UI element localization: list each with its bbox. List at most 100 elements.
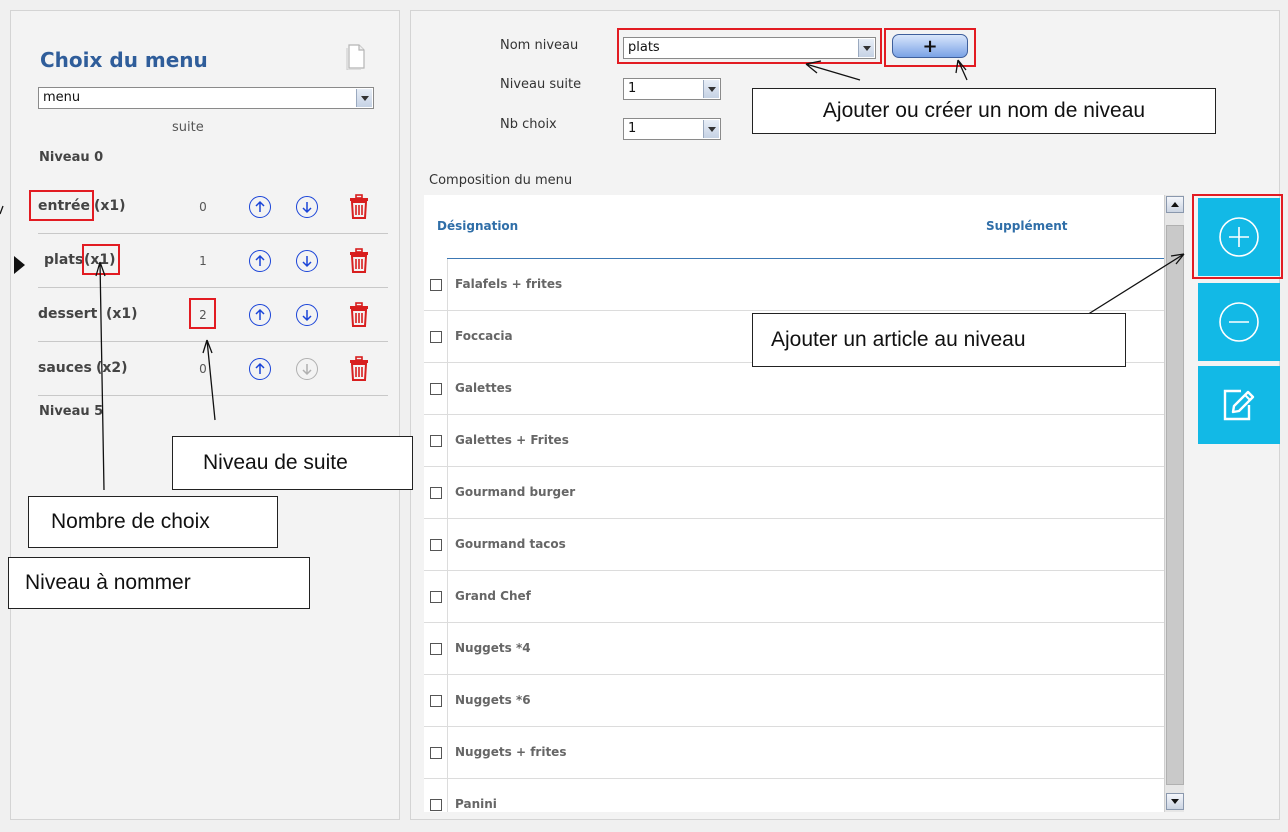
level-suite: 1	[199, 254, 207, 268]
row-checkbox[interactable]	[430, 799, 442, 811]
callout-niveau-a-nommer: Niveau à nommer	[8, 557, 310, 609]
divider	[447, 415, 448, 466]
arrow-up-icon[interactable]	[249, 358, 271, 380]
divider	[447, 727, 448, 778]
row-checkbox[interactable]	[430, 747, 442, 759]
niveau-suite-label: Niveau suite	[500, 77, 582, 92]
callout-add-level-name: Ajouter ou créer un nom de niveau	[752, 88, 1216, 134]
scroll-down-icon[interactable]	[1166, 793, 1184, 810]
arrow-down-icon[interactable]	[296, 304, 318, 326]
highlight-name-select	[617, 28, 882, 64]
document-icon[interactable]	[346, 44, 366, 70]
divider	[447, 779, 448, 812]
row-checkbox[interactable]	[430, 591, 442, 603]
highlight-level-name	[29, 190, 94, 221]
chevron-down-icon[interactable]	[703, 120, 719, 138]
table-row[interactable]: Grand Chef	[424, 571, 1164, 623]
arrow-up-icon[interactable]	[249, 250, 271, 272]
row-checkbox[interactable]	[430, 383, 442, 395]
arrow-up-icon[interactable]	[249, 304, 271, 326]
item-designation: Galettes + Frites	[455, 433, 569, 447]
level-suite: 0	[199, 362, 207, 376]
row-checkbox[interactable]	[430, 539, 442, 551]
trash-icon[interactable]	[348, 302, 370, 328]
row-checkbox[interactable]	[430, 487, 442, 499]
nb-choix-select[interactable]: 1	[623, 118, 721, 140]
scroll-thumb[interactable]	[1166, 225, 1184, 785]
level-row[interactable]: sauces (x2) 0	[38, 348, 388, 396]
item-designation: Grand Chef	[455, 589, 531, 603]
niveau-suite-select[interactable]: 1	[623, 78, 721, 100]
table-row[interactable]: Panini	[424, 779, 1164, 812]
table-row[interactable]: Galettes	[424, 363, 1164, 415]
level-count: (x2)	[96, 360, 128, 376]
highlight-suite-value	[189, 298, 216, 329]
highlight-add-button	[884, 28, 976, 67]
divider	[447, 363, 448, 414]
level-end-label: Niveau 5	[39, 404, 104, 419]
menu-select-value: menu	[43, 90, 81, 105]
divider	[447, 467, 448, 518]
arrow-down-icon[interactable]	[296, 358, 318, 380]
item-designation: Panini	[455, 797, 497, 811]
table-row[interactable]: Nuggets *4	[424, 623, 1164, 675]
divider	[447, 623, 448, 674]
item-designation: Gourmand burger	[455, 485, 576, 499]
scroll-up-icon[interactable]	[1166, 196, 1184, 213]
row-checkbox[interactable]	[430, 643, 442, 655]
grid-scrollbar[interactable]	[1164, 195, 1184, 812]
table-row[interactable]: Gourmand burger	[424, 467, 1164, 519]
row-checkbox[interactable]	[430, 279, 442, 291]
highlight-choice-count	[82, 244, 120, 275]
edit-icon	[1223, 389, 1255, 421]
chevron-down-icon[interactable]	[703, 80, 719, 98]
divider	[447, 311, 448, 362]
table-row[interactable]: Nuggets + frites	[424, 727, 1164, 779]
divider	[447, 675, 448, 726]
arrow-down-icon[interactable]	[296, 250, 318, 272]
item-designation: Nuggets + frites	[455, 745, 567, 759]
item-designation: Nuggets *4	[455, 641, 531, 655]
trash-icon[interactable]	[348, 248, 370, 274]
row-checkbox[interactable]	[430, 695, 442, 707]
table-row[interactable]: Gourmand tacos	[424, 519, 1164, 571]
divider	[447, 571, 448, 622]
item-designation: Nuggets *6	[455, 693, 531, 707]
minus-circle-icon	[1219, 302, 1259, 342]
nb-choix-value: 1	[628, 121, 637, 136]
arrow-down-icon[interactable]	[296, 196, 318, 218]
divider	[447, 519, 448, 570]
arrow-up-icon[interactable]	[249, 196, 271, 218]
grid-header: Désignation Supplément	[424, 195, 1164, 259]
level-name: plats	[44, 252, 84, 268]
current-row-pointer	[14, 256, 25, 274]
suite-header: suite	[172, 120, 204, 135]
niveau-suite-value: 1	[628, 81, 637, 96]
row-checkbox[interactable]	[430, 435, 442, 447]
level-count: (x1)	[94, 198, 126, 214]
trash-icon[interactable]	[348, 194, 370, 220]
composition-grid: Désignation Supplément Falafels + frites…	[424, 195, 1164, 812]
callout-niveau-de-suite: Niveau de suite	[172, 436, 413, 490]
menu-select[interactable]: menu	[38, 87, 374, 109]
callout-add-article: Ajouter un article au niveau	[752, 313, 1126, 367]
level-suite: 0	[199, 200, 207, 214]
level-name: sauces	[38, 360, 92, 376]
edit-article-button[interactable]	[1198, 366, 1280, 444]
nom-niveau-label: Nom niveau	[500, 38, 579, 53]
table-row[interactable]: Falafels + frites	[424, 259, 1164, 311]
remove-article-button[interactable]	[1198, 283, 1280, 361]
divider	[447, 259, 448, 310]
trash-icon[interactable]	[348, 356, 370, 382]
item-designation: Galettes	[455, 381, 512, 395]
row-checkbox[interactable]	[430, 331, 442, 343]
level-start-label: Niveau 0	[39, 150, 104, 165]
column-header-supplement[interactable]: Supplément	[986, 219, 1068, 233]
callout-nombre-de-choix: Nombre de choix	[28, 496, 278, 548]
column-header-designation[interactable]: Désignation	[437, 219, 518, 233]
table-row[interactable]: Nuggets *6	[424, 675, 1164, 727]
menu-title: Choix du menu	[40, 48, 208, 72]
table-row[interactable]: Galettes + Frites	[424, 415, 1164, 467]
chevron-down-icon[interactable]	[356, 89, 372, 107]
item-designation: Falafels + frites	[455, 277, 563, 291]
